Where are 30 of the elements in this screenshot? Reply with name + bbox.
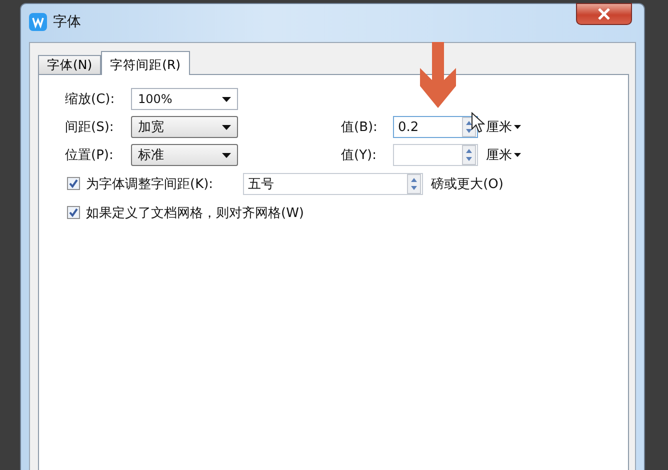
field-label: 间距(S): (65, 119, 115, 136)
window-title: 字体 (53, 13, 81, 31)
tab[interactable]: 字符间距(R) (101, 51, 190, 75)
field-label: 磅或更大(O) (431, 176, 504, 192)
caret-icon (222, 96, 231, 102)
mouse-cursor-icon (471, 112, 485, 134)
unit-dropdown[interactable]: 厘米 (486, 118, 628, 136)
number-field[interactable] (393, 144, 478, 166)
dropdown[interactable]: 100% (131, 88, 238, 110)
checkbox-label: 如果定义了文档网格，则对齐网格(W) (86, 204, 304, 222)
caret-icon (222, 152, 231, 158)
unit-dropdown[interactable]: 厘米 (486, 146, 628, 164)
dropdown[interactable]: 加宽 (131, 116, 238, 138)
field-label: 缩放(C): (65, 91, 116, 108)
checkbox-label: 为字体调整字间距(K): (86, 176, 214, 192)
size-field[interactable]: 五号 (243, 172, 424, 194)
caret-icon (514, 125, 521, 129)
field-label: 值(Y): (341, 147, 378, 164)
number-field[interactable]: 0.2 (393, 116, 478, 138)
app-logo-icon (29, 13, 47, 31)
close-button[interactable] (576, 3, 632, 25)
close-icon (597, 8, 611, 20)
field-label: 值(B): (341, 119, 378, 136)
checkbox[interactable] (67, 177, 80, 190)
caret-icon (222, 124, 231, 130)
checkbox[interactable] (67, 206, 80, 219)
field-label: 位置(P): (65, 147, 114, 164)
caret-icon (514, 153, 521, 157)
tab[interactable]: 字体(N) (38, 55, 102, 74)
dropdown[interactable]: 标准 (131, 144, 238, 166)
